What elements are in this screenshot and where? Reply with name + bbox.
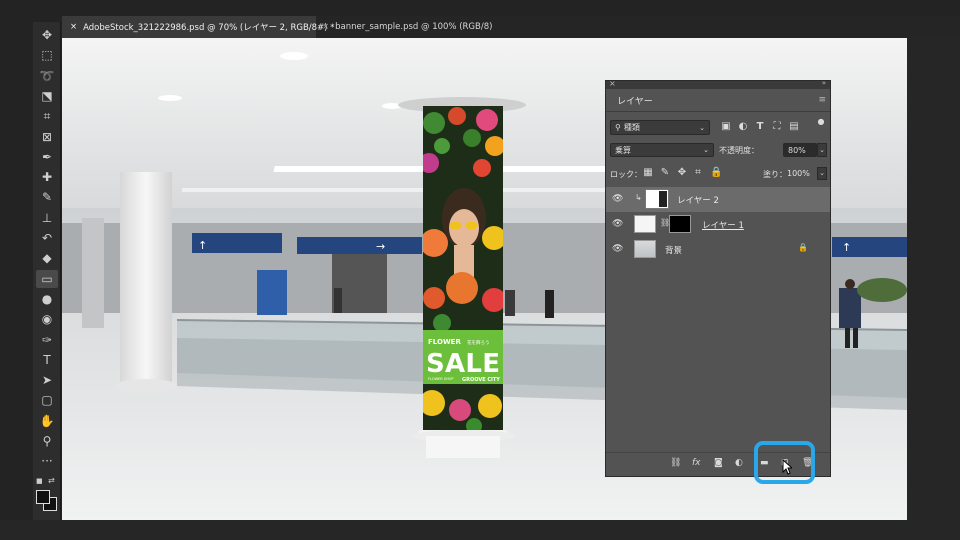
brush-tool[interactable]: ✎ xyxy=(36,188,58,206)
blur-tool[interactable]: ● xyxy=(36,290,58,308)
opacity-dropdown-button[interactable]: ⌄ xyxy=(817,143,827,157)
layer-kind-filter[interactable]: ⚲ 種類 ⌄ xyxy=(610,120,710,135)
tab-adobestock-document[interactable]: × AdobeStock_321222986.psd @ 70% (レイヤー 2… xyxy=(62,16,334,38)
lock-label: ロック： xyxy=(610,170,642,179)
poster-groove-city-text: GROOVE CITY xyxy=(462,377,500,383)
layer-row-background[interactable]: 👁 背景 🔒 xyxy=(606,237,830,262)
poster-shop-text: FLOWER SHOP xyxy=(428,377,454,381)
chevron-down-icon: ⌄ xyxy=(699,123,705,132)
shape-filter-icon[interactable]: ⛶ xyxy=(771,121,783,132)
shape-tool[interactable]: ▢ xyxy=(36,391,58,409)
opacity-value: 80% xyxy=(788,145,806,155)
smart-object-filter-icon[interactable]: ▤ xyxy=(788,121,800,132)
tab-label: AdobeStock_321222986.psd @ 70% (レイヤー 2, … xyxy=(83,23,335,33)
foreground-color-swatch[interactable] xyxy=(36,490,50,504)
lock-all-icon[interactable]: 🔒 xyxy=(710,167,722,178)
zoom-tool[interactable]: ⚲ xyxy=(36,432,58,450)
gradient-tool[interactable]: ▭ xyxy=(36,269,58,288)
panel-collapse-icon[interactable]: » xyxy=(822,79,826,87)
tab-close-icon[interactable]: × xyxy=(70,22,77,32)
more-tools[interactable]: ··· xyxy=(36,452,58,470)
object-select-tool[interactable]: ⬔ xyxy=(36,87,58,105)
svg-text:→: → xyxy=(376,240,385,253)
poster-flower-text: FLOWER xyxy=(428,338,461,346)
layer-name[interactable]: レイヤー 2 xyxy=(677,194,719,206)
default-colors-icon[interactable]: ■ xyxy=(36,477,46,487)
workspace-background xyxy=(0,520,960,540)
poster-flower-jp-text: 花を飾ろう xyxy=(467,339,490,346)
lock-icon: 🔒 xyxy=(798,243,808,252)
photoshop-window: × AdobeStock_321222986.psd @ 70% (レイヤー 2… xyxy=(0,0,960,540)
search-icon: ⚲ xyxy=(615,123,621,132)
mouse-pointer-icon xyxy=(782,459,792,475)
pixel-filter-icon[interactable]: ▣ xyxy=(720,121,732,132)
link-layers-icon[interactable]: ⛓ xyxy=(670,458,681,468)
adjustment-filter-icon[interactable]: ◐ xyxy=(737,121,749,132)
blend-mode-select[interactable]: 乗算 ⌄ xyxy=(610,143,714,157)
layer-mask-thumbnail[interactable] xyxy=(669,215,691,233)
chevron-down-icon: ⌄ xyxy=(703,146,709,154)
tab-close-icon[interactable]: × xyxy=(322,22,329,32)
eraser-tool[interactable]: ◆ xyxy=(36,249,58,267)
lock-transparent-pixels-icon[interactable]: ▦ xyxy=(642,167,654,178)
tab-layers[interactable]: レイヤー xyxy=(610,90,660,112)
layer-name[interactable]: 背景 xyxy=(665,244,682,256)
visibility-eye-icon[interactable]: 👁 xyxy=(612,244,623,254)
fill-label: 塗り： xyxy=(763,170,787,179)
document-tab-bar: × AdobeStock_321222986.psd @ 70% (レイヤー 2… xyxy=(62,16,960,38)
adjustment-layer-icon[interactable]: ◐ xyxy=(735,458,743,468)
type-filter-icon[interactable]: T xyxy=(754,121,766,132)
panel-menu-icon[interactable]: ≡ xyxy=(818,95,826,105)
layer-thumbnail xyxy=(634,240,656,258)
visibility-eye-icon[interactable]: 👁 xyxy=(612,219,623,229)
lock-position-icon[interactable]: ✥ xyxy=(676,167,688,178)
kind-filter-label: 種類 xyxy=(623,123,640,132)
filter-toggle-icon[interactable]: ● xyxy=(815,117,827,126)
lock-image-pixels-icon[interactable]: ✎ xyxy=(659,167,671,178)
tab-label: banner_sample.psd @ 100% (RGB/8) xyxy=(335,22,493,32)
layers-panel: × » レイヤー ≡ ⚲ 種類 ⌄ ▣ ◐ T ⛶ ▤ ● 乗算 ⌄ 不透明度：… xyxy=(605,79,831,477)
add-mask-icon[interactable]: ◙ xyxy=(714,458,723,468)
svg-text:↑: ↑ xyxy=(842,241,851,254)
frame-tool[interactable]: ⊠ xyxy=(36,128,58,146)
crop-tool[interactable]: ⌗ xyxy=(36,107,58,125)
tab-divider xyxy=(606,111,830,112)
tab-banner-sample[interactable]: × banner_sample.psd @ 100% (RGB/8) xyxy=(318,16,538,38)
poster-sale-text: SALE xyxy=(426,349,500,379)
swap-colors-icon[interactable]: ⇄ xyxy=(48,476,55,485)
marquee-tool[interactable]: ⬚ xyxy=(36,46,58,64)
lasso-tool[interactable]: ➰ xyxy=(36,67,58,85)
history-brush-tool[interactable]: ↶ xyxy=(36,229,58,247)
fill-dropdown-button[interactable]: ⌄ xyxy=(817,167,827,180)
visibility-eye-icon[interactable]: 👁 xyxy=(612,194,623,204)
workspace-background xyxy=(907,38,960,540)
panel-header[interactable]: × » xyxy=(606,79,830,89)
layer-style-fx-icon[interactable]: fx xyxy=(692,458,701,468)
lock-artboard-icon[interactable]: ⌗ xyxy=(692,167,704,178)
tools-panel: ■ ⇄ ✥ ⬚ ➰ ⬔ ⌗ ⊠ ✒ ✚ ✎ ⊥ ↶ ◆ ▭ ● ◉ ✑ T ➤ ▢ ✋ ⚲ ··· xyxy=(33,22,61,520)
healing-tool[interactable]: ✚ xyxy=(36,168,58,186)
blend-mode-value: 乗算 xyxy=(615,145,631,155)
opacity-label: 不透明度： xyxy=(719,146,759,155)
type-tool[interactable]: T xyxy=(36,351,58,369)
hand-tool[interactable]: ✋ xyxy=(36,412,58,430)
layer-thumbnail xyxy=(634,215,656,233)
layer-name[interactable]: レイヤー 1 xyxy=(702,219,744,231)
layer-row-layer-2[interactable]: 👁 ↳ レイヤー 2 xyxy=(606,187,830,212)
stamp-tool[interactable]: ⊥ xyxy=(36,209,58,227)
clipping-arrow-icon: ↳ xyxy=(635,193,642,202)
move-tool[interactable]: ✥ xyxy=(36,26,58,44)
panel-close-icon[interactable]: × xyxy=(609,79,616,88)
eyedropper-tool[interactable]: ✒ xyxy=(36,148,58,166)
pen-tool[interactable]: ✑ xyxy=(36,331,58,349)
layer-thumbnail xyxy=(646,190,668,208)
layer-row-layer-1[interactable]: 👁 ⛓ レイヤー 1 xyxy=(606,212,830,237)
svg-text:↑: ↑ xyxy=(198,239,207,252)
opacity-input[interactable]: 80% xyxy=(783,143,817,157)
path-select-tool[interactable]: ➤ xyxy=(36,371,58,389)
dodge-tool[interactable]: ◉ xyxy=(36,310,58,328)
fill-value[interactable]: 100% xyxy=(787,169,810,178)
